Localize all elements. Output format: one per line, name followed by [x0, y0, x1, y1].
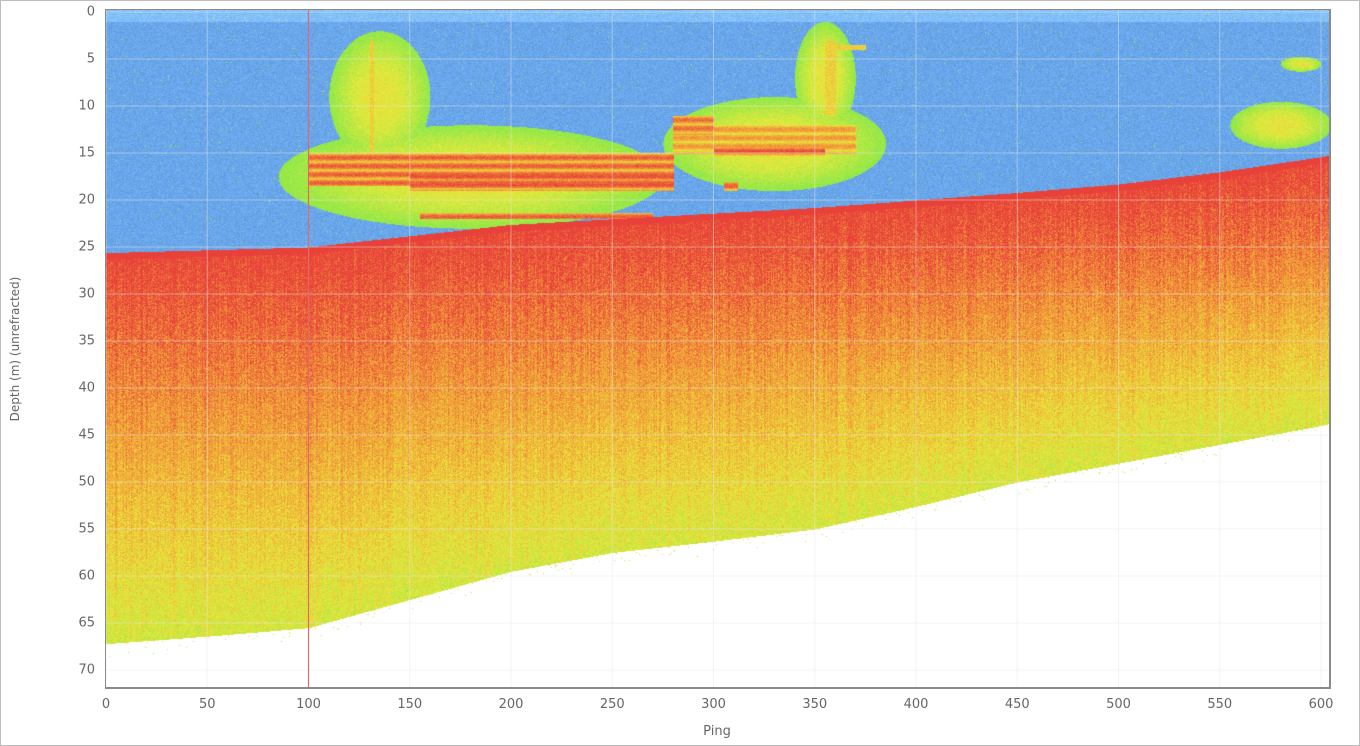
y-tick-label: 40 [78, 380, 95, 396]
y-tick-label: 50 [78, 474, 95, 490]
echogram-plot-area[interactable] [106, 10, 1330, 688]
x-tick-label: 300 [701, 697, 726, 712]
x-tick-label: 250 [599, 697, 625, 712]
y-tick-label: 30 [78, 286, 95, 302]
y-tick-label: 15 [78, 145, 95, 161]
x-tick-label: 400 [903, 697, 929, 712]
y-tick-label: 65 [78, 615, 95, 631]
y-tick-label: 60 [78, 568, 95, 584]
y-tick-label: 45 [78, 427, 95, 443]
y-tick-label: 55 [78, 521, 95, 537]
x-tick-label: 0 [101, 697, 111, 712]
x-tick-label: 100 [296, 697, 321, 712]
x-tick-label: 600 [1308, 697, 1334, 712]
x-tick-label: 350 [802, 697, 828, 712]
y-tick-label: 0 [86, 4, 95, 20]
x-tick-label: 200 [498, 697, 524, 712]
x-axis-label: Ping [703, 724, 731, 739]
x-tick-label: 550 [1207, 697, 1233, 712]
y-tick-label: 70 [78, 662, 95, 678]
y-tick-label: 20 [78, 192, 95, 208]
x-tick-label: 500 [1106, 697, 1131, 712]
x-tick-label: 50 [198, 697, 216, 712]
y-axis-label: Depth (m) (unrefracted) [8, 276, 22, 422]
y-tick-label: 25 [78, 239, 95, 255]
y-tick-label: 35 [78, 333, 95, 349]
x-tick-label: 150 [397, 697, 423, 712]
chart-overlay [106, 10, 1330, 688]
x-tick-label: 450 [1004, 697, 1030, 712]
y-tick-label: 10 [78, 98, 95, 114]
y-tick-label: 5 [86, 51, 95, 67]
